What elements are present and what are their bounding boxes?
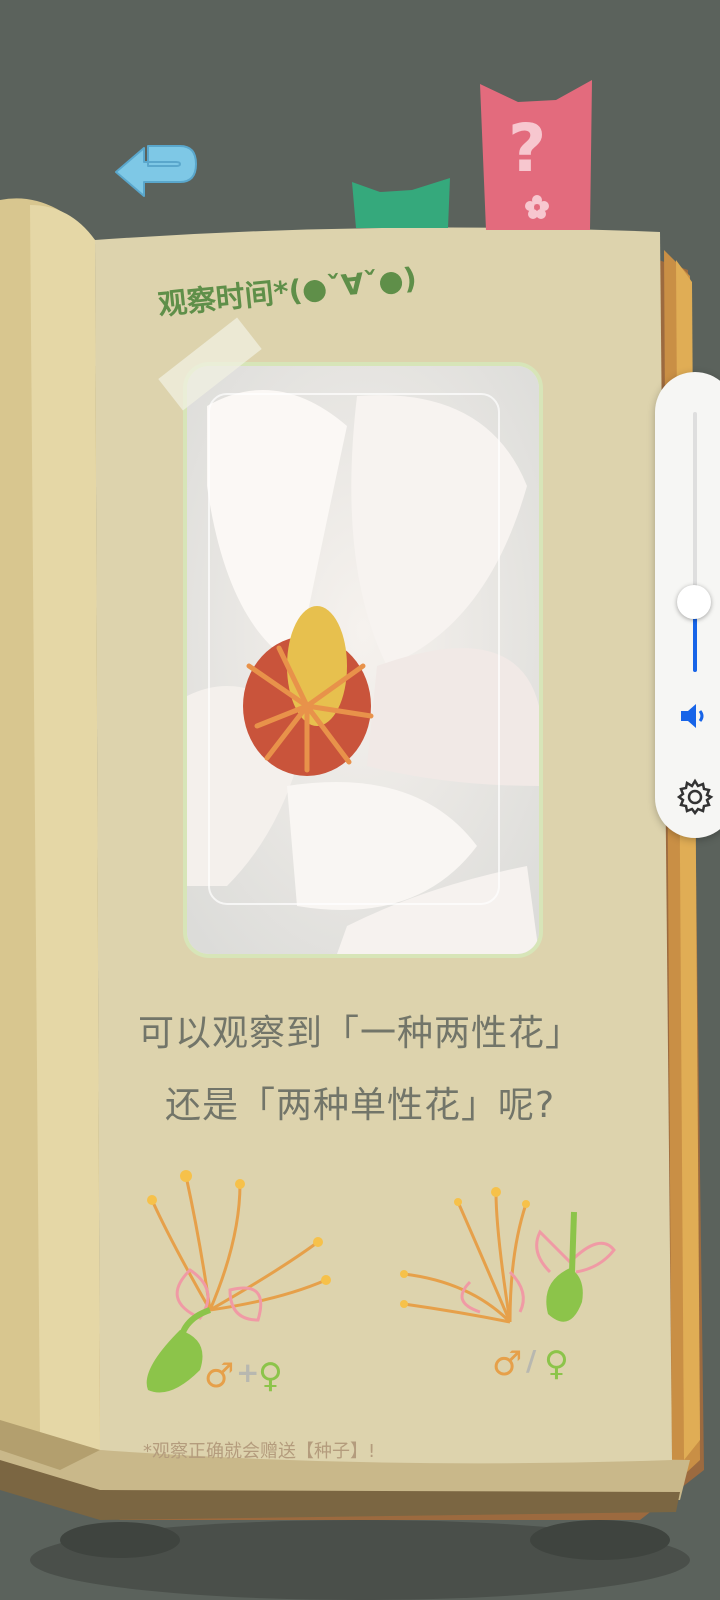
back-arrow-icon	[115, 145, 197, 197]
gear-icon[interactable]	[676, 778, 714, 816]
male-symbol: ♂	[204, 1356, 235, 1396]
back-button[interactable]	[110, 134, 200, 210]
female-symbol: ♀	[544, 1344, 569, 1384]
flower-icon	[525, 195, 549, 219]
help-label: ?	[508, 110, 547, 187]
bisexual-flower-diagram[interactable]: ♂ + ♀	[140, 1160, 340, 1424]
question-line-1: 可以观察到「一种两性花」	[137, 1013, 582, 1054]
reward-note: *观察正确就会赠送【种子】!	[143, 1441, 376, 1462]
help-button[interactable]: ?	[478, 80, 594, 230]
bookmark-tab	[352, 178, 452, 232]
volume-slider-knob[interactable]	[677, 585, 711, 619]
male-symbol: ♂	[492, 1344, 523, 1384]
question-line-2: 还是「两种单性花」呢?	[164, 1085, 556, 1126]
slash-symbol: /	[526, 1344, 537, 1377]
magnolia-image	[187, 366, 539, 954]
plus-symbol: +	[236, 1356, 260, 1389]
volume-panel	[655, 372, 720, 838]
female-symbol: ♀	[258, 1356, 283, 1396]
speaker-icon[interactable]	[679, 702, 711, 730]
unisexual-flower-diagram[interactable]: ♂ / ♀	[400, 1172, 630, 1386]
flower-photo	[187, 366, 539, 954]
